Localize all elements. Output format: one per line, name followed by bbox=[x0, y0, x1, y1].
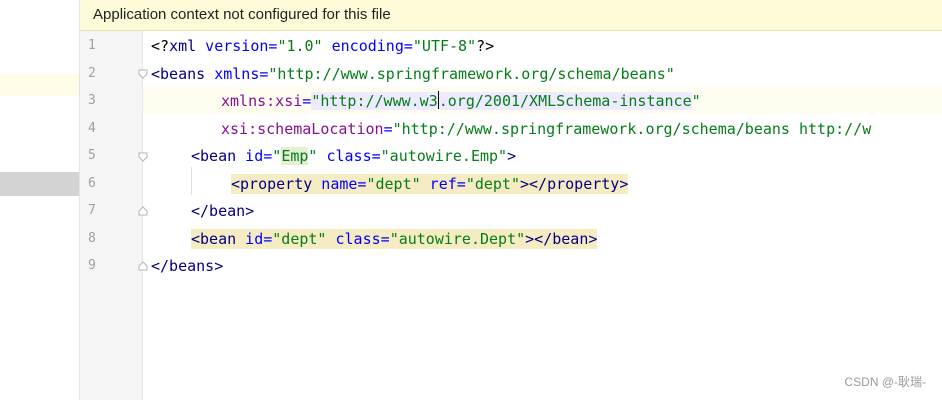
code-line-6[interactable]: <property name="dept" ref="dept"></prope… bbox=[231, 174, 629, 194]
bean-close-tag: </bean> bbox=[191, 202, 255, 220]
value-quote: " bbox=[272, 147, 282, 165]
code-line-3[interactable]: xmlns:xsi="http://www.w3.org/2001/XMLSch… bbox=[221, 91, 701, 111]
code-line-5[interactable]: <bean id="Emp" class="autowire.Emp"> bbox=[191, 146, 516, 166]
xml-decl-open: <? bbox=[151, 37, 170, 55]
bean-open-close: > bbox=[507, 147, 517, 165]
bean-open-tag: <bean bbox=[191, 230, 237, 248]
line-number: 2 bbox=[88, 66, 96, 81]
value-xsi-part1: "http://www.w3 bbox=[311, 92, 438, 110]
value-version: "1.0" bbox=[277, 37, 323, 55]
line-number: 7 bbox=[88, 203, 96, 218]
left-panel-selected-row[interactable] bbox=[0, 172, 80, 196]
fold-open-icon[interactable] bbox=[138, 152, 148, 162]
attr-xmlns-xsi: xmlns:xsi bbox=[221, 92, 303, 110]
attr-xmlns: xmlns= bbox=[205, 65, 269, 83]
value-class-dept: "autowire.Dept" bbox=[389, 230, 526, 248]
left-panel-strip bbox=[0, 0, 80, 400]
value-xsi-part2: .org/2001/XMLSchema-instance bbox=[438, 92, 692, 110]
code-line-1[interactable]: <?xml version="1.0" encoding="UTF-8"?> bbox=[151, 36, 494, 56]
xml-decl-name: xml bbox=[169, 37, 197, 55]
value-encoding: "UTF-8" bbox=[412, 37, 477, 55]
attr-ref: ref= bbox=[420, 175, 466, 193]
code-line-7[interactable]: </bean> bbox=[191, 201, 254, 221]
attr-class: class= bbox=[317, 147, 381, 165]
attr-version: version= bbox=[196, 37, 278, 55]
code-line-8[interactable]: <bean id="dept" class="autowire.Dept"></… bbox=[191, 229, 598, 249]
watermark: CSDN @-耿瑞- bbox=[844, 375, 926, 389]
attr-id: id= bbox=[236, 230, 273, 248]
beans-open-tag: <beans bbox=[151, 65, 206, 83]
attr-schema-location: xsi:schemaLocation bbox=[221, 120, 384, 138]
line-number: 1 bbox=[88, 38, 96, 53]
attr-class: class= bbox=[326, 230, 390, 248]
indent-guide bbox=[191, 167, 192, 195]
attr-id: id= bbox=[236, 147, 273, 165]
fold-close-icon[interactable] bbox=[138, 206, 148, 216]
line-number: 6 bbox=[88, 176, 96, 191]
fold-open-icon[interactable] bbox=[138, 69, 148, 79]
line-number: 4 bbox=[88, 121, 96, 136]
value-id-emp: Emp bbox=[281, 147, 309, 165]
notification-banner: Application context not configured for t… bbox=[80, 0, 942, 31]
property-close-tag: ></property> bbox=[520, 175, 629, 193]
line-number: 8 bbox=[88, 231, 96, 246]
fold-close-icon[interactable] bbox=[138, 261, 148, 271]
left-panel-highlight bbox=[0, 74, 80, 96]
property-open-tag: <property bbox=[231, 175, 313, 193]
line-number: 5 bbox=[88, 148, 96, 163]
beans-close-tag: </beans> bbox=[151, 257, 224, 275]
value-class-emp: "autowire.Emp" bbox=[380, 147, 508, 165]
xml-decl-close: ?> bbox=[476, 37, 495, 55]
value-name-dept: "dept" bbox=[366, 175, 421, 193]
value-schema-location: "http://www.springframework.org/schema/b… bbox=[392, 120, 872, 138]
value-id-dept: "dept" bbox=[272, 230, 327, 248]
value-xsi-quote: " bbox=[691, 92, 701, 110]
banner-message: Application context not configured for t… bbox=[93, 6, 391, 23]
attr-name: name= bbox=[312, 175, 367, 193]
equals-sign: = bbox=[302, 92, 312, 110]
bean-open-tag: <bean bbox=[191, 147, 237, 165]
line-number: 9 bbox=[88, 258, 96, 273]
code-line-4[interactable]: xsi:schemaLocation="http://www.springfra… bbox=[221, 119, 871, 139]
attr-encoding: encoding= bbox=[322, 37, 413, 55]
code-line-9[interactable]: </beans> bbox=[151, 256, 223, 276]
value-ref-dept: "dept" bbox=[465, 175, 520, 193]
equals-sign: = bbox=[383, 120, 393, 138]
value-xmlns: "http://www.springframework.org/schema/b… bbox=[268, 65, 675, 83]
line-number: 3 bbox=[88, 93, 96, 108]
code-line-2[interactable]: <beans xmlns="http://www.springframework… bbox=[151, 64, 675, 84]
bean-close-tag: ></bean> bbox=[525, 230, 598, 248]
